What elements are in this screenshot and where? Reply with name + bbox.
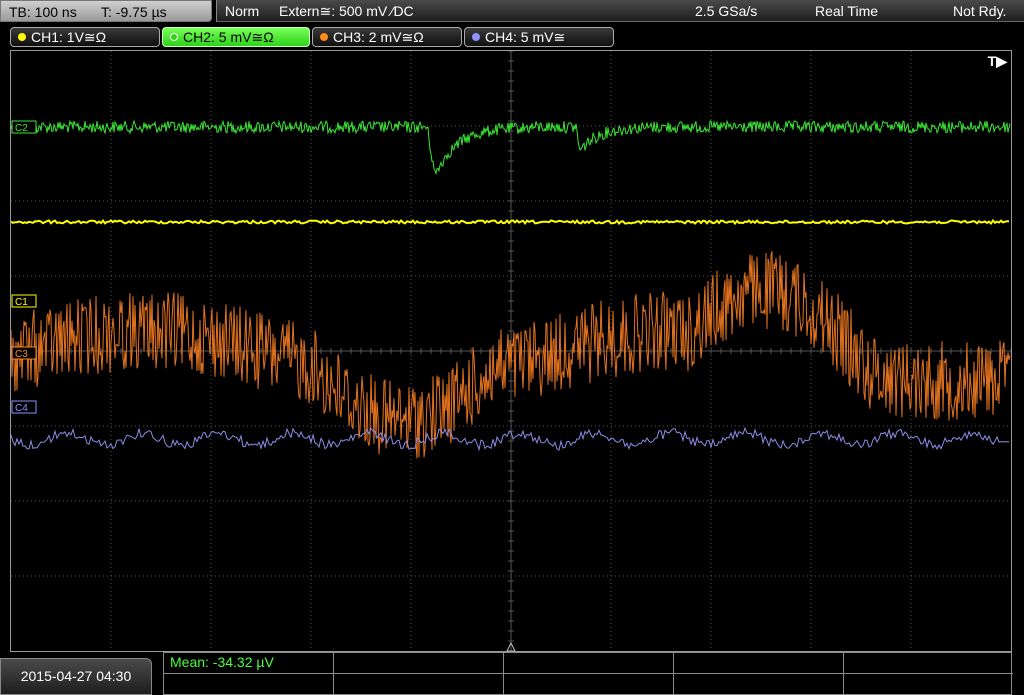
measurement-cell-4[interactable] bbox=[674, 653, 844, 674]
sample-rate-label: 2.5 GSa/s bbox=[695, 3, 758, 19]
measurement-cell-2[interactable] bbox=[334, 653, 504, 674]
marker-label: C3 bbox=[15, 349, 28, 360]
trigger-source-label: Extern≅: 500 mV ⁄DC bbox=[279, 3, 414, 19]
acquisition-mode-label: Real Time bbox=[815, 3, 879, 19]
tab-ch3[interactable]: CH3: 2 mV≅Ω bbox=[312, 27, 462, 47]
channel-1-marker: C1 bbox=[11, 294, 37, 308]
measurement-cell-1[interactable]: Mean: -34.32 µV bbox=[164, 653, 334, 674]
top-bar: TB: 100 ns T: -9.75 µs Norm Extern≅: 500… bbox=[0, 0, 1024, 24]
measurement-cell-3[interactable] bbox=[504, 653, 674, 674]
tab-ch1[interactable]: CH1: 1V≅Ω bbox=[10, 27, 160, 47]
measurement-cell-10[interactable] bbox=[844, 674, 1013, 695]
tab-ch4-label: CH4: 5 mV≅ bbox=[485, 29, 566, 45]
ch1-trace bbox=[11, 218, 1010, 226]
tab-ch2[interactable]: CH2: 5 mV≅Ω bbox=[162, 27, 310, 47]
channel-4-marker: C4 bbox=[11, 400, 37, 414]
date-time-display: 2015-04-27 04:30 bbox=[0, 658, 152, 695]
channel-3-marker: C3 bbox=[11, 346, 37, 360]
tab-ch4[interactable]: CH4: 5 mV≅ bbox=[464, 27, 614, 47]
channel-2-marker: C2 bbox=[11, 120, 37, 134]
ch1-dot-icon bbox=[18, 33, 26, 41]
ch4-trace bbox=[11, 426, 1010, 452]
mean-measurement: Mean: -34.32 µV bbox=[170, 654, 274, 670]
ch2-dot-icon bbox=[170, 33, 178, 41]
ch3-dot-icon bbox=[320, 33, 328, 41]
marker-label: C4 bbox=[15, 403, 28, 414]
trigger-position-label: T: -9.75 µs bbox=[101, 4, 167, 20]
waveform-svg: C1 C3 C4 C2 bbox=[11, 51, 1011, 651]
measurement-cell-5[interactable] bbox=[844, 653, 1013, 674]
measurement-cell-6[interactable] bbox=[164, 674, 334, 695]
measurement-panel[interactable]: Mean: -34.32 µV bbox=[163, 652, 1013, 695]
measurement-cell-8[interactable] bbox=[504, 674, 674, 695]
status-bar[interactable]: Norm Extern≅: 500 mV ⁄DC 2.5 GSa/s Real … bbox=[216, 0, 1024, 22]
channel-tabs: CH1: 1V≅Ω CH2: 5 mV≅Ω CH3: 2 mV≅Ω CH4: 5… bbox=[0, 27, 1024, 49]
tab-ch3-label: CH3: 2 mV≅Ω bbox=[333, 29, 424, 45]
tab-ch1-label: CH1: 1V≅Ω bbox=[31, 29, 107, 45]
measurement-cell-9[interactable] bbox=[674, 674, 844, 695]
timebase-label: TB: 100 ns bbox=[9, 4, 77, 20]
timebase-box[interactable]: TB: 100 ns T: -9.75 µs bbox=[0, 0, 212, 22]
tab-ch2-label: CH2: 5 mV≅Ω bbox=[183, 29, 274, 45]
trigger-time-marker-icon[interactable]: T▶ bbox=[988, 53, 1007, 70]
trigger-mode-label: Norm bbox=[225, 3, 260, 19]
trigger-state-label: Not Rdy. bbox=[953, 3, 1007, 19]
graticule-grid bbox=[11, 51, 1011, 651]
marker-label: C1 bbox=[15, 297, 28, 308]
ch4-dot-icon bbox=[472, 33, 480, 41]
marker-label: C2 bbox=[15, 123, 28, 134]
bottom-bar: 2015-04-27 04:30 Mean: -34.32 µV bbox=[0, 652, 1024, 695]
measurement-cell-7[interactable] bbox=[334, 674, 504, 695]
waveform-display[interactable]: C1 C3 C4 C2 T▶ bbox=[10, 50, 1012, 652]
